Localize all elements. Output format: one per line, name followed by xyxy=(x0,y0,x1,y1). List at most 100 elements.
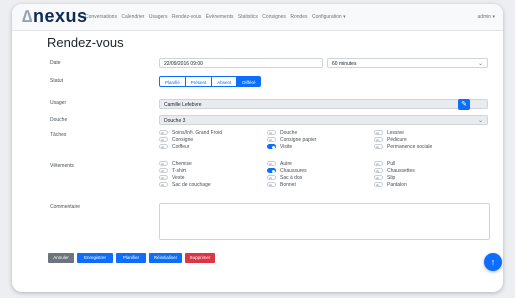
nav-item-rendez-vous[interactable]: Rendez-vous xyxy=(172,14,201,20)
toggle-switch[interactable] xyxy=(267,144,276,150)
toggle-switch[interactable] xyxy=(159,182,168,188)
brand-logo-mark: ∆ xyxy=(22,7,33,26)
vetements-option[interactable]: Slip xyxy=(374,175,395,182)
vetements-option[interactable]: Chaussures xyxy=(267,168,307,175)
taches-option[interactable]: Consigne xyxy=(159,137,193,144)
option-label: Sac de couchage xyxy=(172,182,211,188)
edit-usager-button[interactable]: ✎ xyxy=(458,99,470,110)
taches-option[interactable]: Permanence sociale xyxy=(374,144,432,151)
vetements-option[interactable]: Bonnet xyxy=(267,182,296,189)
douche-select[interactable]: Douche 3 ⌄ xyxy=(159,115,488,125)
toggle-switch[interactable] xyxy=(267,175,276,181)
taches-option[interactable]: Douche xyxy=(267,130,297,137)
toggle-switch[interactable] xyxy=(374,130,383,136)
toggle-switch[interactable] xyxy=(374,168,383,174)
douche-value: Douche 3 xyxy=(164,118,186,124)
option-label: Autre xyxy=(280,161,292,167)
vetements-option[interactable]: Pantalon xyxy=(374,182,407,189)
toggle-switch[interactable] xyxy=(159,161,168,167)
arrow-up-icon: ↑ xyxy=(490,257,496,267)
duration-select[interactable]: 60 minutes ⌄ xyxy=(327,58,488,68)
nav-item-consignes[interactable]: Consignes xyxy=(262,14,286,20)
nav-item-conversations[interactable]: Conversations xyxy=(85,14,117,20)
statut-present-button[interactable]: Présent xyxy=(184,76,213,87)
option-label: Bonnet xyxy=(280,182,296,188)
nav-item-usagers[interactable]: Usagers xyxy=(149,14,168,20)
usager-label: Usager xyxy=(50,100,67,106)
toggle-switch[interactable] xyxy=(267,168,276,174)
option-label: Soins/Infi. Grand Froid xyxy=(172,130,223,136)
user-menu[interactable]: admin ▾ xyxy=(477,14,495,20)
vetements-option[interactable]: T-shirt xyxy=(159,168,186,175)
option-label: Douche xyxy=(280,130,298,136)
toggle-switch[interactable] xyxy=(267,130,276,136)
toggle-switch[interactable] xyxy=(159,175,168,181)
toggle-switch[interactable] xyxy=(374,175,383,181)
option-label: Visite xyxy=(280,144,293,150)
nav-item-rondes[interactable]: Rondes xyxy=(290,14,307,20)
option-label: Pull xyxy=(387,161,396,167)
option-label: Veste xyxy=(172,175,185,181)
toggle-switch[interactable] xyxy=(374,137,383,143)
scroll-top-button[interactable]: ↑ xyxy=(484,253,502,271)
option-label: Coiffeur xyxy=(172,144,190,150)
duration-value: 60 minutes xyxy=(332,61,357,67)
option-label: Consigne xyxy=(172,137,194,143)
toggle-switch[interactable] xyxy=(374,161,383,167)
vetements-option[interactable]: Veste xyxy=(159,175,185,182)
vetements-option[interactable]: Sac de couchage xyxy=(159,182,211,189)
toggle-switch[interactable] xyxy=(267,137,276,143)
commentaire-textarea[interactable] xyxy=(159,203,490,240)
planifier-button[interactable]: Planifier xyxy=(116,253,146,263)
toggle-switch[interactable] xyxy=(267,161,276,167)
date-label: Date xyxy=(50,60,61,66)
toggle-switch[interactable] xyxy=(374,182,383,188)
reinitialiser-button[interactable]: Réinitialiser xyxy=(149,253,182,263)
commentaire-label: Commentaire xyxy=(50,204,81,210)
annuler-button[interactable]: Annuler xyxy=(48,253,74,263)
taches-option[interactable]: Visite xyxy=(267,144,292,151)
toggle-switch[interactable] xyxy=(267,182,276,188)
option-label: Lessive xyxy=(387,130,404,136)
nav-item-statistics[interactable]: Statistics xyxy=(238,14,258,20)
taches-option[interactable]: Soins/Infi. Grand Froid xyxy=(159,130,222,137)
option-label: T-shirt xyxy=(172,168,186,174)
enregistrer-button[interactable]: Enregistrer xyxy=(77,253,113,263)
vetements-label: Vêtements xyxy=(50,163,74,169)
chevron-down-icon: ⌄ xyxy=(477,118,483,124)
taches-option[interactable]: Coiffeur xyxy=(159,144,189,151)
option-label: Sac à dos xyxy=(280,175,303,181)
option-label: Permanence sociale xyxy=(387,144,433,150)
taches-option[interactable]: Lessive xyxy=(374,130,404,137)
toggle-switch[interactable] xyxy=(374,144,383,150)
taches-label: Tâches xyxy=(50,132,67,138)
taches-option[interactable]: Consigne papier xyxy=(267,137,316,144)
statut-planifie-button[interactable]: Planifié xyxy=(159,76,186,87)
vetements-option[interactable]: Chemise xyxy=(159,161,192,168)
statut-button-group: Planifié Présent Absent Différé xyxy=(159,76,262,87)
vetements-option[interactable]: Autre xyxy=(267,161,292,168)
date-input[interactable]: 22/09/2016 09:00 xyxy=(159,58,323,68)
option-label: Pantalon xyxy=(387,182,407,188)
app-window: ∆ nexus Conversations Calendrier Usagers… xyxy=(12,4,503,292)
toggle-switch[interactable] xyxy=(159,168,168,174)
taches-option[interactable]: Pédicure xyxy=(374,137,407,144)
vetements-option[interactable]: Pull xyxy=(374,161,395,168)
usager-field[interactable]: Camille Lefebvre xyxy=(159,99,488,109)
statut-absent-button[interactable]: Absent xyxy=(211,76,238,87)
toggle-switch[interactable] xyxy=(159,137,168,143)
supprimer-button[interactable]: Supprimer xyxy=(185,253,215,263)
option-label: Chaussures xyxy=(280,168,307,174)
nav-item-calendrier[interactable]: Calendrier xyxy=(121,14,144,20)
statut-differe-button[interactable]: Différé xyxy=(236,76,262,87)
toggle-switch[interactable] xyxy=(159,130,168,136)
nav-item-configuration[interactable]: Configuration ▾ xyxy=(312,14,346,20)
douche-label: Douche xyxy=(50,117,68,123)
option-label: Consigne papier xyxy=(280,137,317,143)
vetements-option[interactable]: Chaussettes xyxy=(374,168,415,175)
toggle-switch[interactable] xyxy=(159,144,168,150)
vetements-option[interactable]: Sac à dos xyxy=(267,175,302,182)
option-label: Slip xyxy=(387,175,396,181)
nav-item-evenements[interactable]: Évènements xyxy=(206,14,234,20)
pencil-icon: ✎ xyxy=(461,101,467,108)
